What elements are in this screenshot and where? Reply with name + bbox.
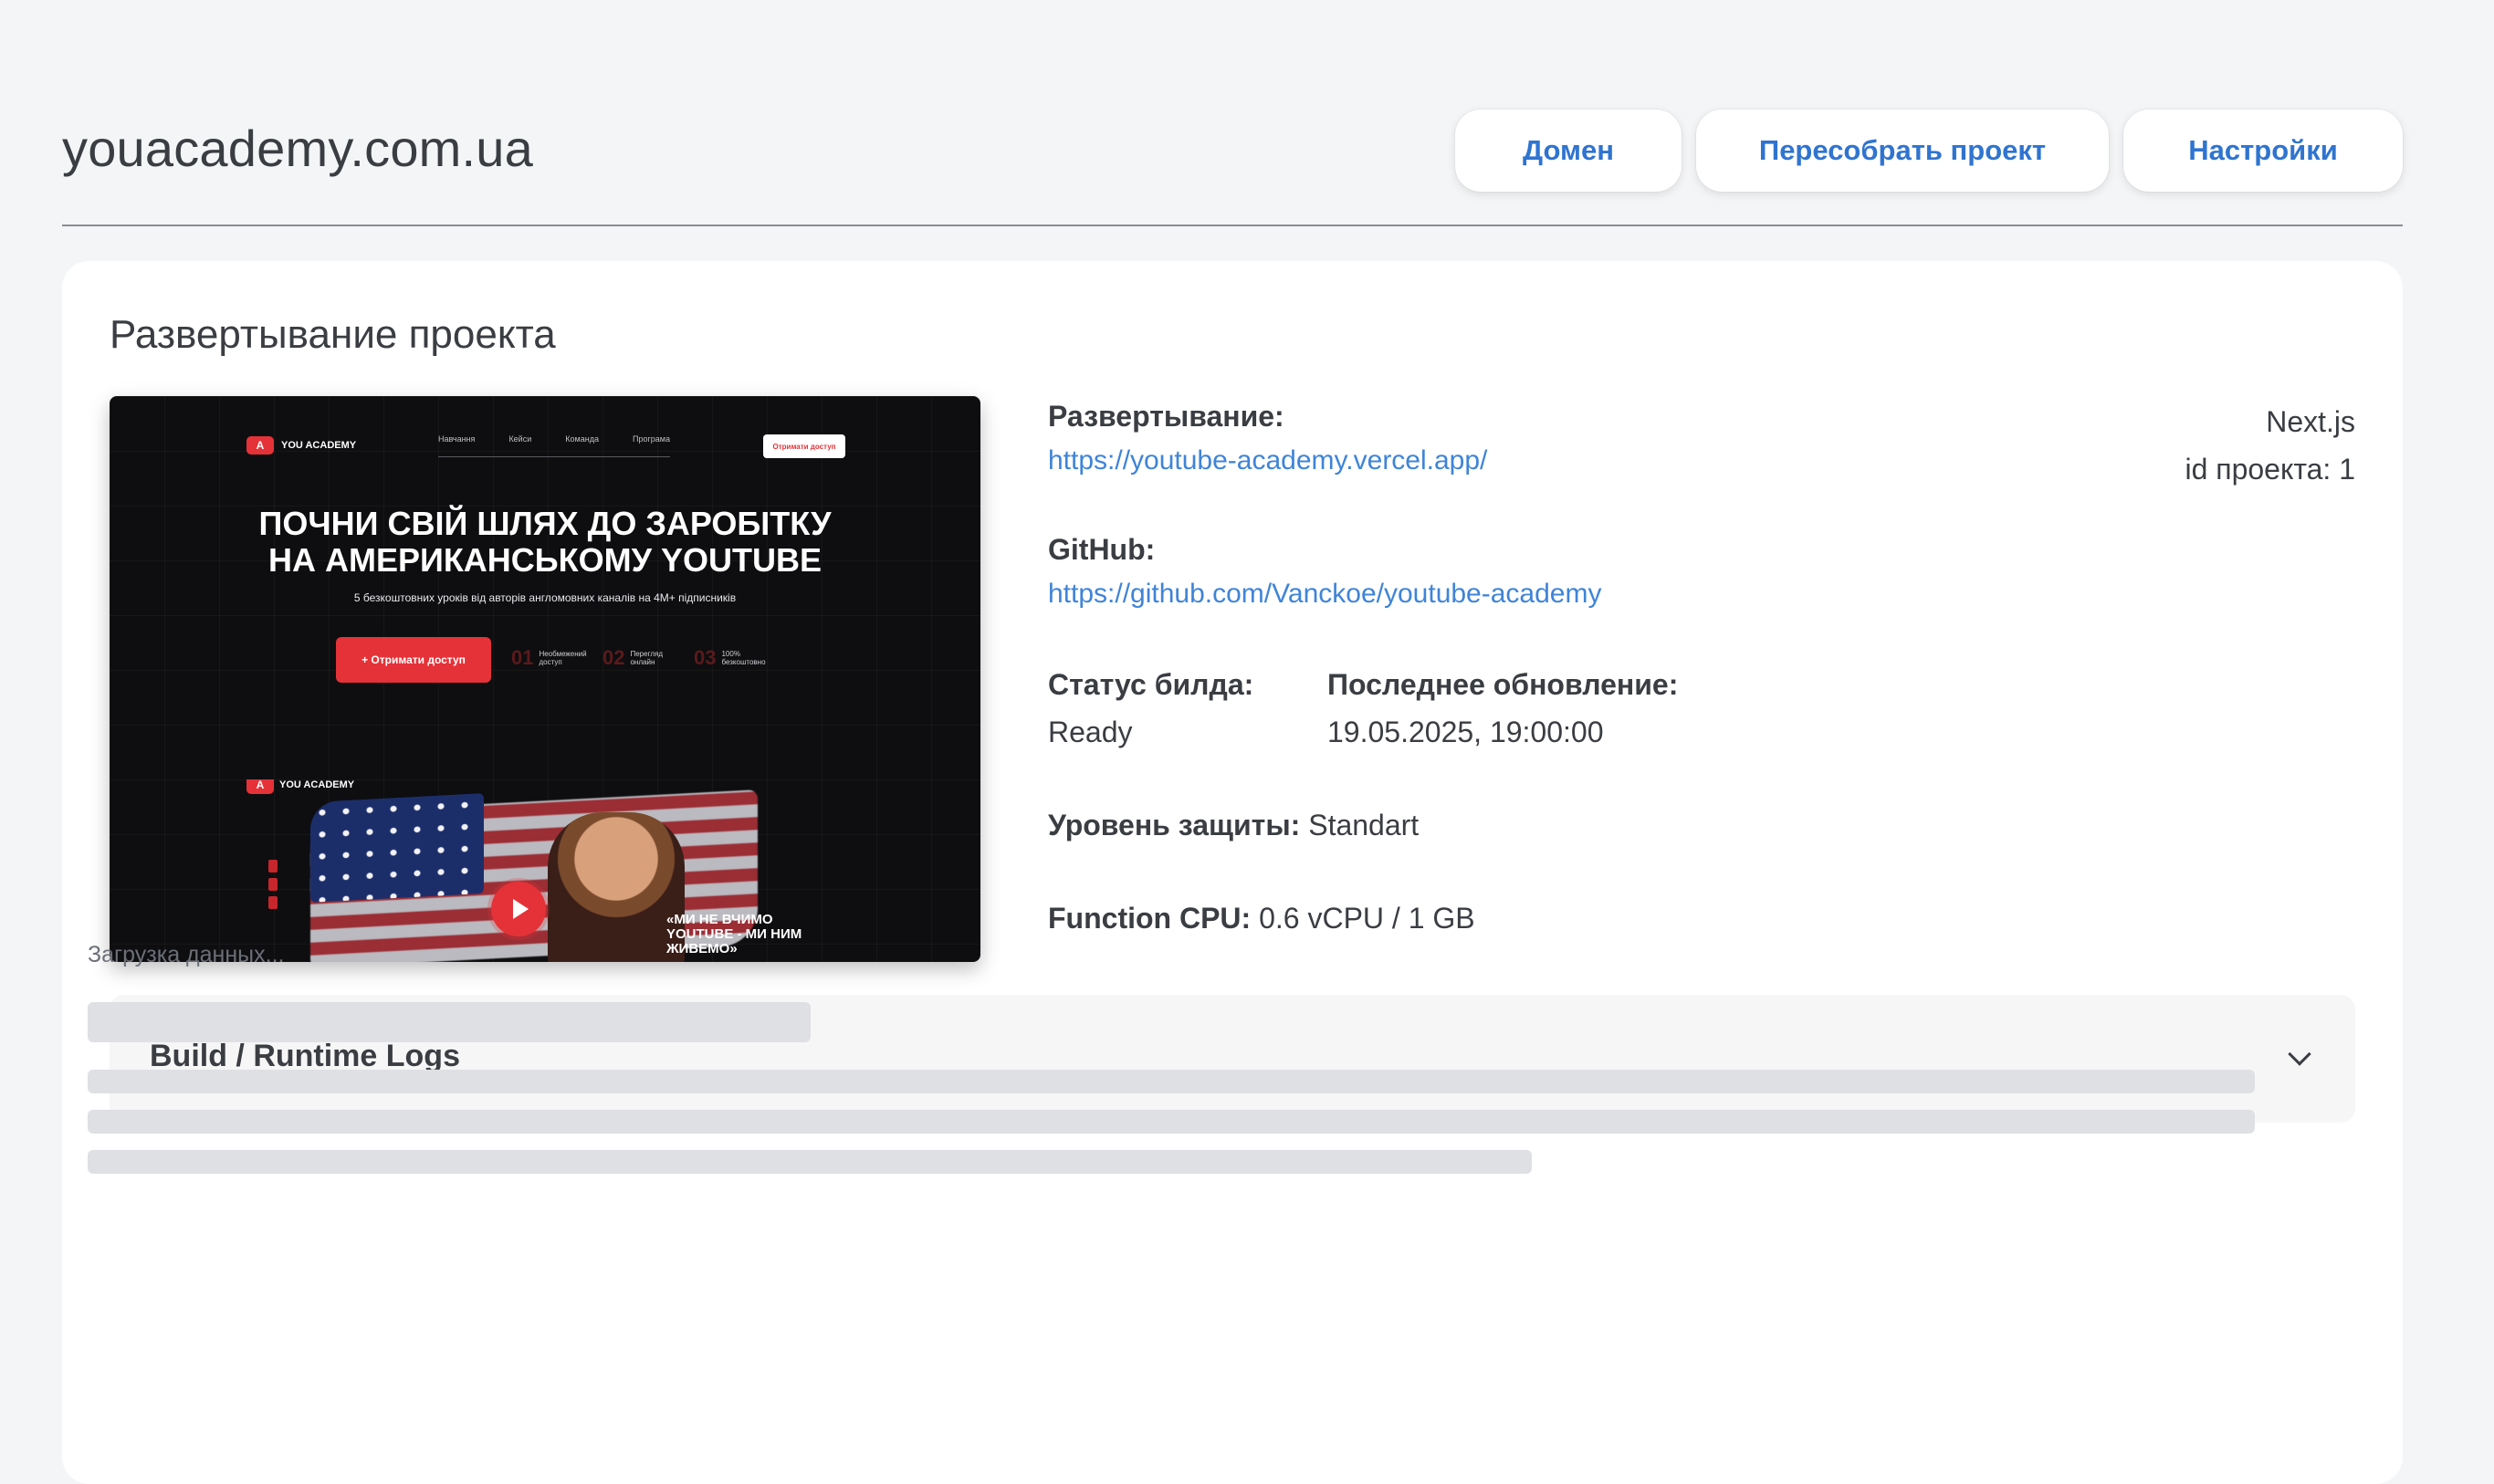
preview-subtitle: 5 безкоштовних уроків від авторів англом… [353,591,737,604]
protection-level-value: Standart [1308,809,1420,841]
preview-nav-item: Команда [565,434,599,444]
deployment-card: Развертывание проекта A YOU ACADEMY Навч… [62,261,2403,1484]
card-title: Развертывание проекта [110,312,556,357]
github-url-link[interactable]: https://github.com/Vanckoe/youtube-acade… [1048,579,1601,610]
skeleton-line [88,1002,811,1042]
function-cpu-row: Function CPU: 0.6 vCPU / 1 GB [1048,902,1475,935]
skeleton-line [88,1150,1532,1174]
preview-stat-label: 100% безкоштовно [721,650,766,666]
last-update-value: 19.05.2025, 19:00:00 [1327,716,1604,748]
preview-nav-item: Кейси [508,434,532,444]
preview-nav: Навчання Кейси Команда Програма [438,434,670,457]
preview-stat-label: Перегляд онлайн [630,650,663,666]
preview-stats: 01 Необмежений доступ 02 Перегляд онлайн… [511,646,776,670]
function-cpu-label: Function CPU: [1048,902,1252,935]
preview-logo-text: YOU ACADEMY [281,439,357,451]
preview-marker [268,896,278,909]
build-status-label: Статус билда: [1048,668,1254,701]
page: youacademy.com.ua Домен Пересобрать прое… [0,0,2494,1484]
site-preview-thumbnail[interactable]: A YOU ACADEMY Навчання Кейси Команда Про… [110,396,980,962]
protection-level-label: Уровень защиты: [1048,809,1301,841]
framework-name: Next.js [2266,405,2355,438]
preview-stat: 01 Необмежений доступ [511,646,593,670]
preview-stat-number: 03 [694,646,717,669]
preview-stat-label: Необмежений доступ [539,650,587,666]
preview-stat-number: 02 [603,646,625,669]
preview-video-logo: A YOU ACADEMY [246,779,354,794]
rebuild-project-button[interactable]: Пересобрать проект [1696,110,2109,192]
preview-marker [268,860,278,873]
preview-nav-item: Навчання [438,434,476,444]
last-update-label: Последнее обновление: [1327,668,1679,701]
page-header: youacademy.com.ua Домен Пересобрать прое… [62,110,2403,226]
preview-video-logo-icon: A [246,779,274,794]
preview-nav-item: Програма [633,434,670,444]
github-label: GitHub: [1048,533,1156,566]
skeleton-line [88,1070,2255,1093]
preview-stat: 02 Перегляд онлайн [603,646,685,670]
deployment-url-link[interactable]: https://youtube-academy.vercel.app/ [1048,445,1487,476]
preview-headline-line: НА АМЕРИКАНСЬКОМУ YOUTUBE [267,541,823,579]
preview-stat-number: 01 [511,646,534,669]
preview-person-image [548,812,685,962]
loading-text: Загрузка данных... [88,942,285,967]
preview-logo-mark-icon: A [246,436,274,455]
deployment-label: Развертывание: [1048,400,1284,433]
preview-headline-line: ПОЧНИ СВІЙ ШЛЯХ ДО ЗАРОБІТКУ [258,505,832,542]
play-icon [491,882,546,936]
preview-marker [268,878,278,891]
preview-nav-button: Отримати доступ [763,434,845,458]
build-status-value: Ready [1048,716,1133,748]
preview-quote: «МИ НЕ ВЧИМО YOUTUBE - МИ НИМ ЖИВЕМО» [666,912,802,956]
settings-button[interactable]: Настройки [2123,110,2403,192]
preview-logo: A YOU ACADEMY [246,436,356,455]
chevron-down-icon[interactable] [2288,1042,2311,1066]
domain-button[interactable]: Домен [1455,110,1682,192]
preview-flag-stars [310,793,484,903]
preview-stat: 03 100% безкоштовно [694,646,776,670]
site-title: youacademy.com.ua [62,120,533,177]
function-cpu-value: 0.6 vCPU / 1 GB [1259,902,1475,935]
preview-headline: ПОЧНИ СВІЙ ШЛЯХ ДО ЗАРОБІТКУ НА АМЕРИКАН… [110,506,980,579]
preview-side-markers [268,860,278,914]
protection-level-row: Уровень защиты: Standart [1048,809,1419,842]
preview-video-logo-text: YOU ACADEMY [279,779,355,790]
skeleton-line [88,1110,2255,1134]
project-meta: Next.js id проекта: 1 [2185,398,2355,493]
preview-cta-button: + Отримати доступ [336,637,491,683]
project-id: id проекта: 1 [2185,453,2355,486]
